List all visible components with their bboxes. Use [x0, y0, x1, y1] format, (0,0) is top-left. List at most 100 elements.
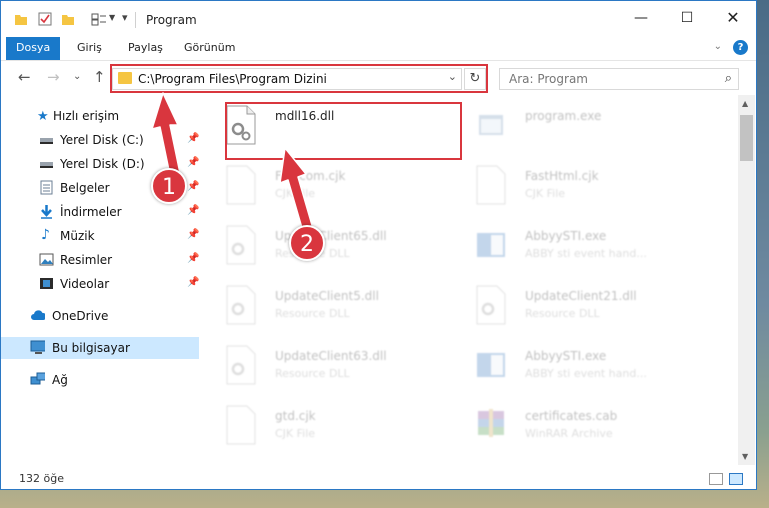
scroll-thumb[interactable]	[740, 115, 753, 161]
status-bar: 132 öğe	[1, 467, 756, 489]
tab-home[interactable]: Giriş	[77, 37, 102, 60]
close-button[interactable]: ✕	[710, 1, 756, 37]
folder-icon	[15, 15, 27, 25]
nav-item-label: İndirmeler	[60, 205, 122, 219]
nav-item-music[interactable]: ♪ Müzik 📌	[1, 225, 199, 247]
archive-icon	[478, 409, 504, 437]
computer-icon	[30, 340, 45, 354]
nav-item-label: Belgeler	[60, 181, 110, 195]
nav-onedrive-label: OneDrive	[52, 309, 109, 323]
address-highlight-box	[110, 64, 488, 93]
file-type: Resource DLL	[525, 307, 600, 320]
file-name: AbbyySTI.exe	[525, 229, 607, 243]
step-badge-1: 1	[151, 168, 187, 204]
file-item[interactable]: UpdateClient5.dll Resource DLL	[205, 277, 445, 335]
maximize-button[interactable]: ☐	[664, 1, 710, 37]
nav-item-pictures[interactable]: Resimler 📌	[1, 249, 199, 271]
file-item[interactable]: AbbyySTI.exe ABBY sti event hand...	[455, 217, 695, 275]
nav-this-pc[interactable]: Bu bilgisayar	[1, 337, 199, 359]
nav-item-label: Müzik	[60, 229, 95, 243]
explorer-window: ▼ ▾ Program — ☐ ✕ Dosya Giriş Paylaş Gör…	[0, 0, 757, 490]
tiles-view-icon[interactable]	[729, 473, 743, 485]
nav-item-disk-c[interactable]: Yerel Disk (C:) 📌	[1, 129, 199, 151]
file-item[interactable]: program.exe	[455, 97, 695, 155]
file-item[interactable]: AbbyySTI.exe ABBY sti event hand...	[455, 337, 695, 395]
chevron-down-icon[interactable]: ▼	[109, 13, 115, 22]
file-item[interactable]: UpdateClient65.dll Resource DLL	[205, 217, 445, 275]
nav-this-pc-label: Bu bilgisayar	[52, 341, 130, 355]
file-name: AbbyySTI.exe	[525, 349, 607, 363]
pin-icon[interactable]: 📌	[187, 133, 199, 144]
pin-icon[interactable]: 📌	[187, 229, 199, 240]
pin-icon[interactable]: 📌	[187, 181, 199, 192]
file-item[interactable]: FastHtml.cjk CJK File	[455, 157, 695, 215]
nav-item-label: Yerel Disk (C:)	[60, 133, 144, 147]
file-highlight-box	[225, 102, 462, 160]
file-name: UpdateClient5.dll	[275, 289, 379, 303]
recent-locations-icon[interactable]: ⌄	[73, 71, 81, 82]
help-icon[interactable]: ?	[733, 40, 748, 55]
nav-network[interactable]: Ağ	[1, 369, 199, 391]
nav-network-label: Ağ	[52, 373, 68, 387]
nav-onedrive[interactable]: OneDrive	[1, 305, 199, 327]
properties-icon[interactable]	[38, 11, 52, 26]
title-separator	[135, 12, 136, 28]
document-icon	[226, 405, 256, 445]
back-button[interactable]: ←	[18, 68, 31, 86]
file-name: Fastcom.cjk	[275, 169, 346, 183]
nav-quick-access-label: Hızlı erişim	[53, 109, 120, 123]
window-title: Program	[146, 13, 197, 27]
file-type: Resource DLL	[275, 307, 350, 320]
exe-file-icon	[479, 115, 503, 135]
nav-item-videos[interactable]: Videolar 📌	[1, 273, 199, 295]
file-name: gtd.cjk	[275, 409, 316, 423]
exe-file-icon	[477, 353, 505, 377]
up-button[interactable]: ↑	[93, 68, 106, 86]
file-type: WinRAR Archive	[525, 427, 613, 440]
file-item[interactable]: Fastcom.cjk CJK File	[205, 157, 445, 215]
search-input[interactable]: Ara: Program ⌕	[499, 68, 739, 90]
quick-access-toolbar-icon[interactable]	[91, 12, 107, 26]
forward-button[interactable]: →	[47, 68, 60, 86]
new-folder-icon[interactable]	[61, 12, 75, 26]
documents-icon	[40, 180, 53, 195]
minimize-button[interactable]: —	[618, 1, 664, 37]
tab-view[interactable]: Görünüm	[184, 37, 235, 60]
customize-toolbar-icon[interactable]: ▾	[122, 11, 128, 24]
navigation-bar: ← → ⌄ ↑ C:\Program Files\Program Dizini …	[1, 61, 756, 95]
music-icon: ♪	[41, 227, 50, 243]
file-name: program.exe	[525, 109, 602, 123]
file-item[interactable]: UpdateClient21.dll Resource DLL	[455, 277, 695, 335]
vertical-scrollbar[interactable]: ▲ ▼	[738, 95, 755, 465]
pin-icon[interactable]: 📌	[187, 157, 199, 168]
scroll-up-icon[interactable]: ▲	[742, 99, 748, 108]
file-item[interactable]: UpdateClient63.dll Resource DLL	[205, 337, 445, 395]
search-icon[interactable]: ⌕	[725, 71, 732, 86]
cloud-icon	[31, 310, 45, 320]
file-item[interactable]: certificates.cab WinRAR Archive	[455, 397, 695, 455]
file-item[interactable]: gtd.cjk CJK File	[205, 397, 445, 455]
scroll-down-icon[interactable]: ▼	[742, 452, 748, 461]
file-type: CJK File	[275, 187, 316, 200]
dll-file-icon	[226, 225, 256, 265]
nav-quick-access[interactable]: ★ Hızlı erişim	[1, 105, 199, 127]
pictures-icon	[39, 253, 54, 266]
ribbon-tabs: Dosya Giriş Paylaş Görünüm ⌄ ?	[1, 37, 756, 61]
title-bar: ▼ ▾ Program — ☐ ✕	[1, 1, 756, 37]
pin-icon[interactable]: 📌	[187, 205, 199, 216]
tab-share[interactable]: Paylaş	[128, 37, 163, 60]
expand-ribbon-icon[interactable]: ⌄	[714, 41, 722, 52]
videos-icon	[40, 278, 53, 289]
nav-item-downloads[interactable]: İndirmeler 📌	[1, 201, 199, 223]
download-icon	[41, 205, 52, 219]
file-type: CJK File	[275, 427, 316, 440]
file-type: Resource DLL	[275, 367, 350, 380]
search-placeholder: Ara: Program	[509, 72, 588, 86]
details-view-icon[interactable]	[709, 473, 723, 485]
document-icon	[476, 165, 506, 205]
file-name: UpdateClient21.dll	[525, 289, 637, 303]
tab-file[interactable]: Dosya	[6, 37, 61, 60]
pin-icon[interactable]: 📌	[187, 277, 199, 288]
pin-icon[interactable]: 📌	[187, 253, 199, 264]
dll-file-icon	[226, 285, 256, 325]
